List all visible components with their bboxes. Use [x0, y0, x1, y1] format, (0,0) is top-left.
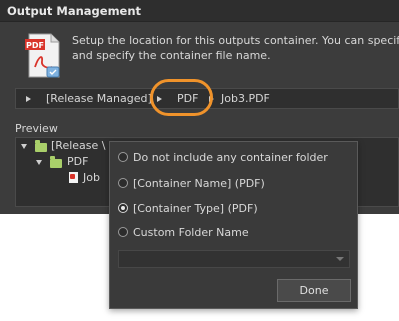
tree-node-job[interactable]: Job — [83, 171, 100, 184]
expand-icon[interactable] — [36, 160, 42, 165]
option-label: [Container Name] (PDF) — [133, 177, 265, 190]
chevron-down-icon[interactable] — [336, 257, 344, 261]
path-segment-release-managed[interactable]: [Release Managed] — [46, 92, 152, 105]
dialog-title: Output Management — [7, 4, 142, 18]
callout-highlight-ring — [150, 79, 213, 116]
chevron-right-icon[interactable] — [26, 96, 31, 102]
done-button[interactable]: Done — [277, 279, 351, 302]
radio-button[interactable] — [118, 227, 128, 237]
tree-node-pdf[interactable]: PDF — [67, 155, 88, 168]
pdf-file-icon — [69, 172, 78, 183]
container-folder-popup: Do not include any container folder [Con… — [109, 141, 358, 309]
option-label: Do not include any container folder — [133, 151, 328, 164]
expand-icon[interactable] — [21, 144, 27, 149]
custom-folder-name-combo[interactable] — [118, 250, 350, 268]
description-text: Setup the location for this outputs cont… — [72, 33, 399, 63]
pdf-document-icon: PDF — [25, 33, 60, 78]
radio-button-selected[interactable] — [118, 203, 128, 213]
description-line-2: and specify the container file name. — [72, 49, 271, 62]
path-segment-filename[interactable]: Job3.PDF — [221, 92, 270, 105]
title-bar[interactable]: Output Management — [0, 0, 399, 22]
folder-icon — [35, 140, 47, 152]
option-label: Custom Folder Name — [133, 226, 249, 239]
description-line-1: Setup the location for this outputs cont… — [72, 34, 399, 47]
folder-icon — [50, 156, 62, 168]
radio-button[interactable] — [118, 152, 128, 162]
tree-node-release[interactable]: [Release \ — [51, 139, 105, 152]
radio-button[interactable] — [118, 178, 128, 188]
pdf-icon-label: PDF — [26, 41, 44, 50]
preview-label: Preview — [15, 122, 58, 135]
option-label: [Container Type] (PDF) — [133, 202, 258, 215]
